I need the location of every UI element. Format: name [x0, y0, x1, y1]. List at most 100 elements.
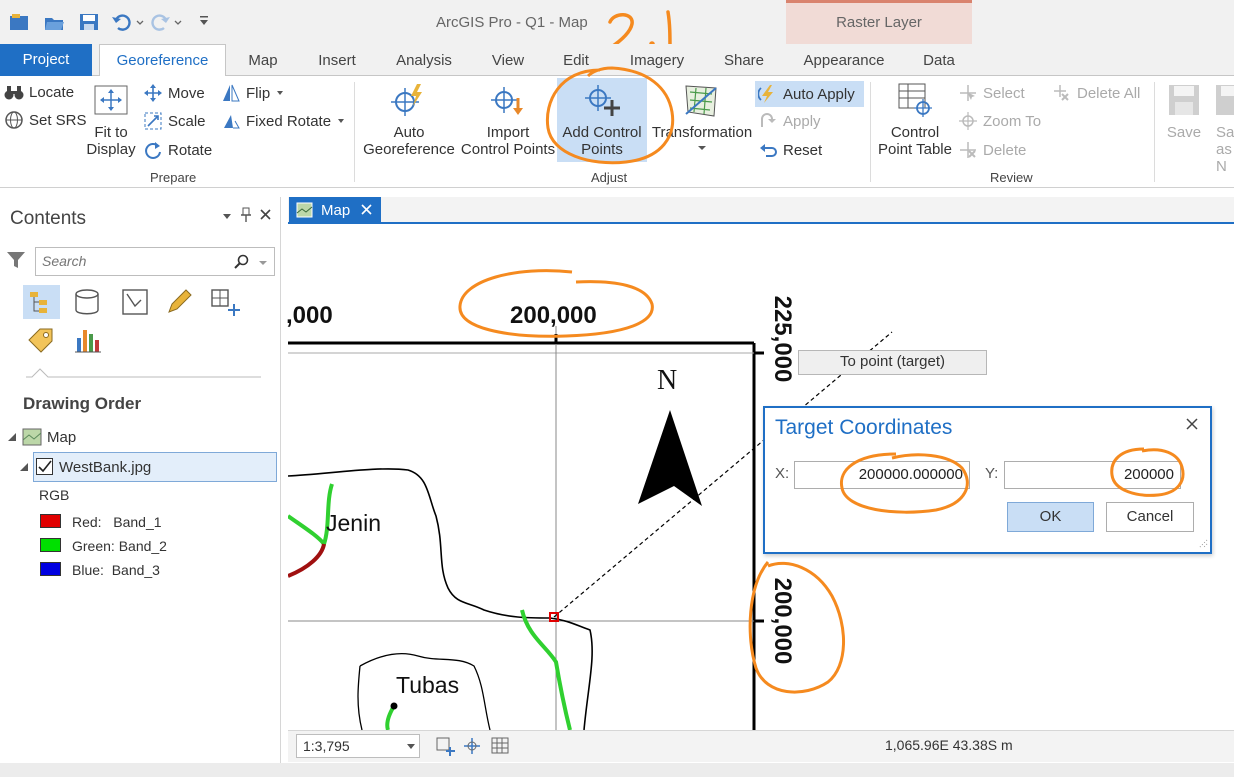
extent-icon[interactable] — [434, 735, 456, 757]
navigation-icon[interactable] — [461, 735, 483, 757]
scale-value: 1:3,795 — [303, 738, 350, 754]
list-by-selection-icon[interactable] — [121, 288, 149, 316]
tab-georeference[interactable]: Georeference — [99, 44, 226, 76]
list-by-drawing-order-button[interactable] — [23, 285, 60, 319]
scale-button[interactable]: Scale — [143, 111, 206, 131]
pane-options-icon[interactable] — [221, 210, 233, 222]
delete-button[interactable]: Delete — [958, 140, 1026, 160]
map-view-tab[interactable]: Map — [289, 197, 381, 224]
save-as-button[interactable]: Sa as N — [1208, 82, 1234, 175]
grid-icon[interactable] — [490, 735, 512, 757]
fixed-rotate-button[interactable]: Fixed Rotate — [221, 111, 346, 131]
fit-to-display-button[interactable]: Fit to Display — [86, 82, 136, 158]
pin-icon[interactable] — [239, 207, 253, 223]
new-project-icon[interactable] — [8, 12, 30, 32]
tab-data[interactable]: Data — [912, 48, 966, 76]
map-frame-icon — [22, 428, 42, 446]
redo-icon[interactable] — [148, 12, 182, 32]
move-icon — [143, 83, 163, 103]
apply-icon — [758, 111, 778, 131]
map-collapse-icon[interactable] — [8, 432, 18, 442]
close-icon[interactable] — [1186, 418, 1198, 430]
save-project-icon[interactable] — [78, 12, 100, 32]
target-tooltip: To point (target) — [798, 350, 987, 375]
apply-button[interactable]: Apply — [758, 111, 821, 131]
grid-label-x-left: ,000 — [286, 302, 333, 329]
flip-label: Flip — [246, 84, 271, 102]
select-button[interactable]: Select — [958, 83, 1025, 103]
layer-collapse-icon[interactable] — [20, 462, 30, 472]
reset-icon — [758, 140, 778, 160]
place-label-jenin: Jenin — [326, 510, 381, 536]
delete-label: Delete — [983, 141, 1027, 159]
open-project-icon[interactable] — [43, 12, 65, 32]
table-icon — [876, 82, 954, 118]
reset-button[interactable]: Reset — [758, 140, 822, 160]
red-band-label: Red: Band_1 — [72, 514, 162, 530]
tab-map[interactable]: Map — [240, 48, 286, 76]
list-by-snapping-icon[interactable] — [210, 288, 242, 318]
fixed-rotate-label: Fixed Rotate — [246, 112, 332, 130]
delete-all-button[interactable]: Delete All — [1052, 83, 1140, 103]
auto-georeference-button[interactable]: Auto Georeference — [362, 82, 456, 158]
tab-appearance[interactable]: Appearance — [794, 48, 894, 76]
flip-dropdown-icon — [275, 88, 285, 98]
map-tab-label: Map — [321, 202, 351, 219]
prepare-group-label: Prepare — [150, 170, 197, 185]
rotate-label: Rotate — [168, 141, 213, 159]
list-by-editing-icon[interactable] — [165, 288, 193, 316]
undo-icon[interactable] — [110, 12, 144, 32]
green-band-swatch[interactable] — [40, 538, 61, 552]
move-label: Move — [168, 84, 205, 102]
cpt-line2: Point Table — [878, 141, 952, 158]
apply-label: Apply — [783, 112, 821, 130]
zoom-to-button[interactable]: Zoom To — [958, 111, 1041, 131]
close-map-tab-icon[interactable] — [361, 204, 372, 215]
rotate-button[interactable]: Rotate — [143, 140, 212, 160]
tab-insert[interactable]: Insert — [308, 48, 366, 76]
adjust-group-label: Adjust — [591, 170, 628, 185]
rotate-icon — [143, 140, 163, 160]
customize-toolbar-icon[interactable] — [198, 14, 210, 28]
tab-project[interactable]: Project — [0, 44, 92, 76]
resize-grip-icon[interactable] — [1197, 538, 1209, 550]
list-by-labeling-icon[interactable] — [26, 326, 56, 354]
close-icon[interactable] — [259, 208, 272, 221]
filter-icon[interactable] — [6, 250, 26, 270]
view-indicator — [26, 368, 261, 378]
save-as-line2: as N — [1216, 141, 1232, 175]
set-srs-button[interactable]: Set SRS — [4, 111, 87, 129]
raster-layer-name[interactable]: WestBank.jpg — [59, 459, 151, 476]
checkmark-icon — [38, 460, 52, 473]
green-band-label: Green: Band_2 — [72, 538, 167, 554]
tab-analysis[interactable]: Analysis — [385, 48, 463, 76]
search-box[interactable] — [35, 247, 275, 276]
search-input[interactable] — [42, 253, 227, 269]
scale-selector[interactable]: 1:3,795 — [296, 734, 420, 758]
blue-band-swatch[interactable] — [40, 562, 61, 576]
red-band-swatch[interactable] — [40, 514, 61, 528]
handwritten-circle-annotation — [540, 62, 680, 172]
search-icon — [234, 254, 250, 270]
map-layer-name[interactable]: Map — [47, 429, 76, 446]
set-srs-label: Set SRS — [29, 111, 87, 129]
locate-button[interactable]: Locate — [4, 83, 74, 101]
flip-button[interactable]: Flip — [221, 83, 285, 103]
fit-line2: Display — [86, 141, 136, 158]
list-by-data-source-icon[interactable] — [73, 288, 101, 316]
move-button[interactable]: Move — [143, 83, 205, 103]
ok-button[interactable]: OK — [1007, 502, 1094, 532]
list-charts-icon[interactable] — [73, 326, 103, 354]
auto-apply-toggle[interactable]: Auto Apply — [755, 81, 864, 107]
scale-label: Scale — [168, 112, 206, 130]
tab-view[interactable]: View — [484, 48, 532, 76]
place-label-tubas: Tubas — [396, 672, 460, 698]
layer-visibility-checkbox[interactable] — [36, 458, 53, 475]
control-point-table-button[interactable]: Control Point Table — [876, 82, 954, 158]
fixed-rotate-icon — [221, 111, 241, 131]
save-button[interactable]: Save — [1162, 82, 1206, 141]
auto-georef-line1: Auto — [393, 124, 425, 141]
y-label: Y: — [985, 465, 999, 482]
cancel-button[interactable]: Cancel — [1106, 502, 1194, 532]
tab-share[interactable]: Share — [716, 48, 772, 76]
